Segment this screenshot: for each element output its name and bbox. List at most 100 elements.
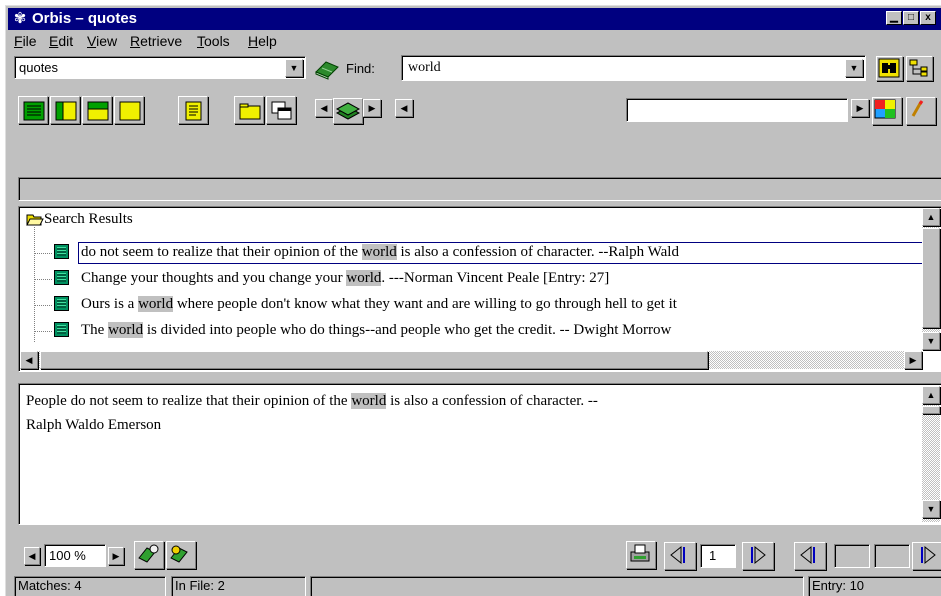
maximize-button[interactable]: □: [903, 11, 919, 25]
results-scroll-down-button[interactable]: ▼: [922, 332, 940, 350]
scroll-left-button[interactable]: ◀: [315, 99, 333, 117]
next-page-button[interactable]: [742, 542, 774, 570]
tree-connector: [34, 253, 52, 254]
previous-button[interactable]: ◀: [395, 99, 413, 117]
result-item[interactable]: Change your thoughts and you change your…: [81, 269, 609, 287]
database-select[interactable]: quotes ▼: [14, 56, 306, 79]
new-window-button[interactable]: [266, 96, 296, 124]
document-icon: [54, 270, 69, 285]
result-item[interactable]: do not seem to realize that their opinio…: [81, 243, 931, 261]
zoom-field[interactable]: 100 %: [44, 544, 106, 567]
menu-tools[interactable]: Tools: [197, 33, 230, 49]
bookmarks-button[interactable]: [166, 541, 196, 569]
previous-entry-button[interactable]: [794, 542, 826, 570]
layers-icon: [335, 102, 361, 120]
tree-connector: [34, 227, 35, 342]
map-button[interactable]: [872, 97, 902, 125]
binoculars-icon: [878, 58, 900, 78]
app-icon[interactable]: ✾: [11, 10, 29, 28]
document-icon: [54, 244, 69, 259]
print-icon: [630, 544, 650, 562]
layout-top-icon: [87, 101, 109, 121]
layout-full-button[interactable]: [18, 96, 48, 124]
results-horizontal-thumb[interactable]: [40, 351, 708, 369]
search-results-pane[interactable]: [18, 206, 941, 372]
page-number-field[interactable]: 1: [700, 544, 736, 568]
bookmark-add-icon: [138, 544, 159, 563]
detail-scroll-up-button[interactable]: ▲: [922, 386, 940, 404]
search-results-root[interactable]: Search Results: [44, 210, 133, 228]
open-folder-button[interactable]: [234, 96, 264, 124]
document-icon: [54, 296, 69, 311]
database-select-value: quotes: [19, 60, 59, 75]
tree-view-button[interactable]: [906, 56, 933, 81]
status-message: [310, 576, 804, 596]
edit-button[interactable]: [906, 97, 936, 125]
menu-edit[interactable]: Edit: [49, 33, 73, 49]
notes-button[interactable]: [178, 96, 208, 124]
status-entry: Entry: 10: [808, 576, 941, 596]
header-strip: [18, 177, 941, 201]
next-button[interactable]: ▶: [851, 99, 869, 117]
entry-field-secondary[interactable]: [874, 544, 910, 568]
detail-text[interactable]: People do not seem to realize that their…: [26, 389, 886, 437]
open-book-button[interactable]: [313, 56, 341, 81]
layout-left-icon: [55, 101, 77, 121]
detail-scroll-down-button[interactable]: ▼: [922, 500, 940, 518]
title-bar[interactable]: ✾ Orbis – quotes ▁ □ x: [8, 8, 941, 30]
find-input[interactable]: world ▼: [401, 55, 866, 81]
map-icon: [874, 99, 896, 119]
bookmark-icon: [170, 545, 188, 563]
folder-icon: [239, 103, 261, 120]
layout-empty-icon: [119, 101, 141, 121]
status-in-file: In File: 2: [171, 576, 306, 596]
layers-button[interactable]: [333, 98, 363, 124]
layout-empty-button[interactable]: [114, 96, 144, 124]
zoom-out-button[interactable]: ◀: [24, 547, 40, 565]
tree-icon: [909, 59, 928, 77]
path-field[interactable]: [626, 98, 848, 122]
layout-left-button[interactable]: [50, 96, 80, 124]
minimize-button[interactable]: ▁: [886, 11, 902, 25]
nav-next-icon: [751, 545, 766, 565]
page-number-value: 1: [709, 548, 717, 563]
results-scroll-right-button[interactable]: ▶: [904, 351, 922, 369]
print-button[interactable]: [626, 541, 656, 569]
results-vertical-thumb[interactable]: [922, 228, 940, 328]
close-button[interactable]: x: [920, 11, 936, 25]
pencil-icon: [911, 100, 924, 117]
menu-retrieve[interactable]: Retrieve: [130, 33, 182, 49]
result-item[interactable]: The world is divided into people who do …: [81, 321, 931, 339]
result-item[interactable]: Ours is a world where people don't know …: [81, 295, 931, 313]
window-icon: [271, 101, 292, 120]
zoom-value: 100 %: [49, 548, 86, 563]
document-icon: [54, 322, 69, 337]
find-dropdown-button[interactable]: ▼: [845, 59, 863, 77]
next-entry-button[interactable]: [912, 542, 941, 570]
window-title: Orbis – quotes: [32, 10, 138, 27]
detail-vertical-thumb[interactable]: [922, 406, 940, 414]
app-window: ✾ Orbis – quotes ▁ □ x File Edit View Re…: [5, 5, 941, 596]
open-folder-icon: [26, 214, 44, 226]
nav-prev-icon: [800, 545, 815, 565]
find-label: Find:: [346, 61, 375, 76]
add-bookmark-button[interactable]: [134, 541, 164, 569]
layout-full-icon: [23, 101, 45, 121]
entry-field[interactable]: [834, 544, 870, 568]
search-button[interactable]: [876, 56, 903, 81]
tree-connector: [34, 279, 52, 280]
layout-top-button[interactable]: [82, 96, 112, 124]
book-icon: [315, 61, 339, 80]
results-scroll-left-button[interactable]: ◀: [20, 351, 38, 369]
zoom-in-button[interactable]: ▶: [108, 547, 124, 565]
scroll-right-button[interactable]: ▶: [363, 99, 381, 117]
menu-help[interactable]: Help: [248, 33, 277, 49]
status-matches: Matches: 4: [14, 576, 166, 596]
tree-connector: [34, 331, 52, 332]
results-scroll-up-button[interactable]: ▲: [922, 208, 940, 226]
database-dropdown-button[interactable]: ▼: [285, 59, 303, 77]
find-input-value: world: [408, 60, 441, 75]
menu-file[interactable]: File: [14, 33, 37, 49]
previous-page-button[interactable]: [664, 542, 696, 570]
menu-view[interactable]: View: [87, 33, 117, 49]
